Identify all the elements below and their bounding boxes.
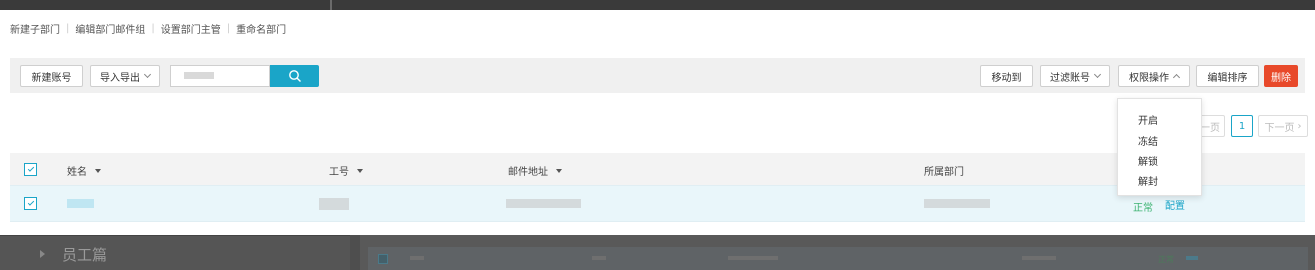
column-header-name[interactable]: 姓名 [67,163,101,178]
background-top-bar [0,0,1315,10]
caret-right-icon [40,250,45,258]
rename-department-link[interactable]: 重命名部门 [236,21,286,36]
row-checkbox[interactable] [24,197,37,210]
column-header-email[interactable]: 邮件地址 [508,163,562,178]
menu-item-unlock[interactable]: 解锁 [1138,153,1158,168]
column-department-label: 所属部门 [924,167,964,178]
background-blur [1022,256,1056,260]
employee-department [924,199,990,208]
search-icon [288,70,301,82]
employee-name [67,199,94,208]
new-sub-department-link[interactable]: 新建子部门 [10,21,60,36]
edit-sort-button[interactable]: 编辑排序 [1196,65,1259,87]
check-icon [27,165,34,172]
background-left-panel-label: 员工篇 [62,246,108,264]
check-icon [27,199,34,206]
chevron-right-icon: › [1297,120,1302,132]
column-employee-id-label: 工号 [329,167,349,178]
menu-item-unblock[interactable]: 解封 [1138,173,1158,188]
column-header-employee-id[interactable]: 工号 [329,163,363,178]
import-export-button[interactable]: 导入导出 [90,65,160,87]
new-account-label: 新建账号 [31,72,72,84]
filter-account-label: 过滤账号 [1050,72,1090,84]
employee-id [319,198,349,210]
filter-account-button[interactable]: 过滤账号 [1040,65,1110,87]
move-to-label: 移动到 [991,72,1022,84]
background-blur [410,256,424,260]
sort-down-icon [556,168,562,173]
menu-item-freeze[interactable]: 冻结 [1138,133,1158,148]
edit-mail-group-link[interactable]: 编辑部门邮件组 [75,21,145,36]
sort-down-icon [95,168,101,173]
move-to-button[interactable]: 移动到 [980,65,1033,87]
page-number-button[interactable]: 1 [1231,115,1253,137]
delete-label: 删除 [1271,72,1291,84]
new-account-button[interactable]: 新建账号 [20,65,83,87]
background-right-panel: 正常 [360,235,1315,270]
background-blur [592,256,606,260]
background-divider [330,0,332,10]
search-button[interactable] [270,65,319,87]
table-header: 姓名 工号 邮件地址 所属部门 [10,153,1305,185]
next-page-button[interactable]: 下一页 › [1258,115,1308,137]
column-email-label: 邮件地址 [508,167,548,178]
department-actions: 新建子部门 | 编辑部门邮件组 | 设置部门主管 | 重命名部门 [10,21,286,36]
employee-email [506,199,581,208]
background-content: 员工篇 正常 [0,235,1315,270]
column-header-department: 所属部门 [924,163,964,178]
chevron-down-icon [1093,70,1102,79]
set-manager-link[interactable]: 设置部门主管 [161,21,221,36]
table-row[interactable] [10,185,1305,222]
chevron-up-icon [1172,73,1181,82]
background-status: 正常 [1158,255,1174,264]
permission-ops-label: 权限操作 [1129,72,1169,84]
background-blur [728,256,778,260]
status-badge: 正常 [1133,203,1153,214]
sort-down-icon [357,168,363,173]
chevron-down-icon [143,70,152,79]
import-export-label: 导入导出 [100,72,140,84]
prev-page-label: 一页 [1200,122,1220,134]
configure-link[interactable]: 配置 [1165,197,1185,212]
permission-ops-menu: 开启 冻结 解锁 解封 [1117,98,1202,196]
select-all-checkbox[interactable] [24,163,37,176]
permission-ops-button[interactable]: 权限操作 [1118,65,1190,87]
next-page-label: 下一页 [1264,122,1295,134]
toolbar: 新建账号 导入导出 移动到 过滤账号 权限操作 编辑排序 删除 [10,58,1305,93]
edit-sort-label: 编辑排序 [1207,72,1248,84]
delete-button[interactable]: 删除 [1264,65,1298,87]
background-blur [1186,256,1198,260]
background-checkbox [378,254,388,264]
search-input-value [184,72,214,79]
page-number-label: 1 [1238,120,1246,132]
column-name-label: 姓名 [67,167,87,178]
background-left-panel: 员工篇 [0,235,350,270]
divider: | [226,23,231,34]
divider: | [151,23,155,34]
divider: | [66,23,70,34]
department-panel: 新建子部门 | 编辑部门邮件组 | 设置部门主管 | 重命名部门 新建账号 导入… [0,10,1315,235]
menu-item-enable[interactable]: 开启 [1138,112,1158,127]
